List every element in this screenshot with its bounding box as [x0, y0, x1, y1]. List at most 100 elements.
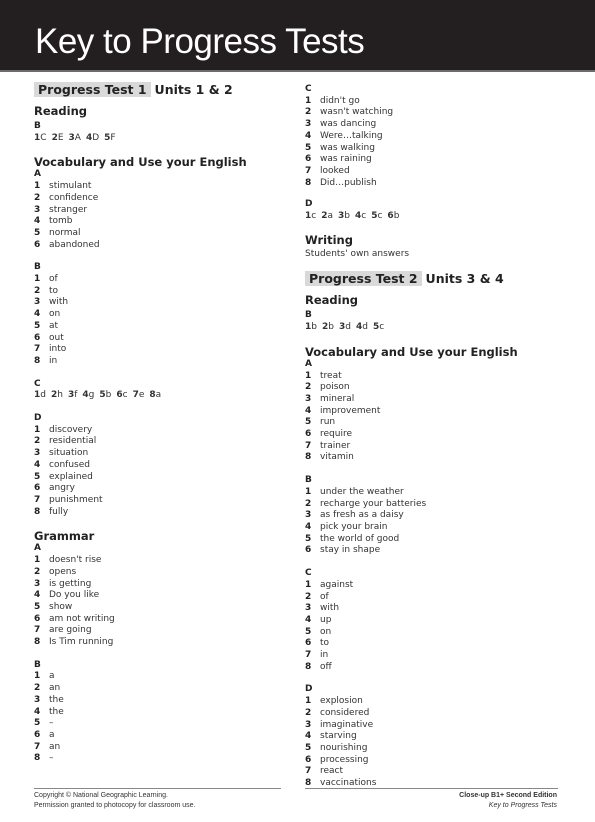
item-number: 3 — [34, 448, 41, 459]
item-answer: tomb — [49, 216, 73, 227]
answer-item: 5 on — [305, 627, 565, 639]
item-answer: in — [49, 355, 58, 366]
answer-item: 7 in — [305, 650, 565, 662]
inline-answer: 2b — [321, 322, 334, 333]
copyright-text: Copyright © National Geographic Learning… — [34, 792, 168, 799]
inline-answer: 5F — [104, 132, 116, 143]
t1-reading-answers: 1C 2E 3A 4D 5F — [34, 133, 284, 145]
item-answer: treat — [320, 370, 342, 381]
item-number: 6 — [305, 154, 312, 165]
item-number: 7 — [305, 766, 312, 777]
t2-vocab-b-label: B — [305, 475, 312, 486]
answer-item: 3 stranger — [34, 205, 284, 217]
footer-left: Copyright © National Geographic Learning… — [34, 791, 195, 811]
item-number: 8 — [305, 177, 312, 188]
t1-vocab-b-list: 1 of 2 to 3 with 4 on 5 at 6 out 7 into 8 in — [34, 274, 284, 368]
item-number: 3 — [305, 393, 312, 404]
item-number: 1 — [34, 274, 41, 285]
t1-grammar-d-answers: 1c 2a 3b 4c 5c 6b — [305, 211, 565, 223]
item-answer: punishment — [49, 494, 103, 505]
item-number: 5 — [305, 742, 312, 753]
answer-item: 7 are going — [34, 625, 284, 637]
item-answer: an — [49, 683, 61, 694]
item-answer: of — [320, 591, 329, 602]
inline-answer: 5b — [99, 390, 112, 401]
item-answer: mineral — [320, 393, 355, 404]
item-answer: to — [320, 638, 330, 649]
answer-item: 2 considered — [305, 708, 565, 720]
inline-answer: 2a — [321, 211, 333, 222]
item-answer: angry — [49, 483, 75, 494]
t1-vocab-c-label: C — [34, 378, 41, 389]
t1-grammar-d-label: D — [305, 199, 313, 210]
item-answer: at — [49, 320, 59, 331]
item-answer: is getting — [49, 578, 92, 589]
t1-grammar-a-label: A — [34, 543, 41, 554]
item-answer: are going — [49, 625, 92, 636]
answer-item: 6 out — [34, 333, 284, 345]
answer-item: 5 the world of good — [305, 534, 565, 546]
t1-writing-text: Students' own answers — [305, 248, 410, 259]
item-number: 6 — [34, 239, 41, 250]
item-number: 3 — [34, 204, 41, 215]
item-number: 5 — [34, 320, 41, 331]
item-answer: recharge your batteries — [320, 498, 427, 509]
answer-item: 1 doesn't rise — [34, 555, 284, 567]
item-answer: with — [320, 603, 340, 614]
inline-answer: 3f — [67, 390, 78, 401]
item-answer: out — [49, 332, 64, 343]
answer-item: 7 react — [305, 766, 565, 778]
item-answer: doesn't rise — [49, 555, 102, 566]
item-number: 6 — [34, 483, 41, 494]
answer-item: 2 an — [34, 683, 284, 695]
item-number: 4 — [34, 216, 41, 227]
permission-text: Permission granted to photocopy for clas… — [34, 802, 196, 809]
inline-answer: 1C — [34, 132, 47, 143]
item-number: 3 — [34, 578, 41, 589]
answer-item: 2 opens — [34, 567, 284, 579]
item-answer: as fresh as a daisy — [320, 510, 404, 521]
answer-item: 5 nourishing — [305, 743, 565, 755]
item-number: 4 — [34, 706, 41, 717]
t1-grammar-heading: Grammar — [34, 529, 95, 544]
answer-item: 7 into — [34, 344, 284, 356]
answer-item: 1a — [34, 671, 284, 683]
item-number: 6 — [305, 545, 312, 556]
footer-divider-right — [305, 788, 558, 789]
t1-reading-part: B — [34, 121, 41, 131]
item-answer: nourishing — [320, 742, 368, 753]
test2-title: Progress Test 2 Units 3 & 4 — [305, 271, 565, 287]
item-answer: wasn't watching — [320, 107, 394, 118]
edition-text: Close-up B1+ Second Edition — [459, 792, 557, 799]
t1-vocab-b-label: B — [34, 262, 41, 273]
item-answer: situation — [49, 448, 89, 459]
t2-reading-answers: 1b 2b 3d 4d 5c — [305, 322, 565, 334]
answer-item: 3 the — [34, 695, 284, 707]
item-answer: stay in shape — [320, 545, 381, 556]
item-number: 2 — [34, 436, 41, 447]
item-number: 2 — [305, 591, 312, 602]
item-number: 1 — [305, 696, 312, 707]
item-number: 6 — [34, 613, 41, 624]
t1-vocab-a-list: 1 stimulant 2 confidence 3 stranger 4 tomb 5 norm… — [34, 181, 284, 251]
item-answer: the — [49, 694, 64, 705]
test1-units: Units 1 & 2 — [154, 82, 233, 97]
item-number: 2 — [305, 707, 312, 718]
item-number: 3 — [34, 297, 41, 308]
item-answer: stranger — [49, 204, 88, 215]
inline-answer: 7e — [132, 390, 145, 401]
t2-reading-part: B — [305, 310, 312, 321]
item-answer: starving — [320, 731, 357, 742]
item-number: 1 — [34, 424, 41, 435]
item-number: 8 — [305, 661, 312, 672]
item-number: 2 — [34, 192, 41, 203]
answer-item: 8 off — [305, 662, 565, 674]
answer-item: 2 recharge your batteries — [305, 499, 565, 511]
t2-vocab-d-label: D — [305, 684, 313, 695]
t1-writing-heading: Writing — [305, 232, 353, 247]
item-answer: fully — [49, 506, 69, 517]
test2-units: Units 3 & 4 — [425, 271, 504, 287]
item-answer: require — [320, 429, 352, 440]
item-answer: imaginative — [320, 719, 374, 730]
item-number: 1 — [34, 671, 41, 682]
